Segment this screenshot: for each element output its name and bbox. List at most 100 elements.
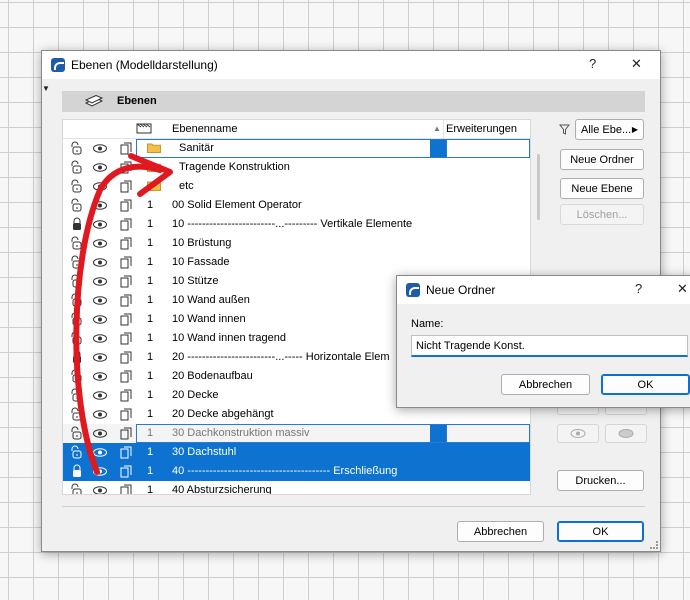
lock-open-icon[interactable] (69, 331, 85, 346)
visibility-eye-icon[interactable] (92, 464, 108, 479)
lock-open-icon[interactable] (69, 179, 85, 194)
new-folder-ok-button[interactable]: OK (601, 374, 690, 395)
new-folder-button[interactable]: Neue Ordner (560, 149, 644, 170)
wireframe-toggle-icon[interactable] (118, 217, 134, 232)
wireframe-toggle-icon[interactable] (118, 274, 134, 289)
wireframe-toggle-icon[interactable] (118, 464, 134, 479)
lock-open-icon[interactable] (69, 141, 85, 156)
layer-row[interactable]: 1 00 Solid Element Operator (63, 196, 530, 215)
wireframe-toggle-icon[interactable] (118, 160, 134, 175)
wireframe-toggle-icon[interactable] (118, 407, 134, 422)
sort-ascending-icon[interactable]: ▲ (433, 124, 441, 133)
lock-open-icon[interactable] (69, 160, 85, 175)
column-name-header[interactable]: Ebenenname (172, 123, 237, 135)
new-folder-help-button[interactable]: ? (635, 281, 642, 296)
cancel-button[interactable]: Abbrechen (457, 521, 544, 542)
visibility-eye-icon[interactable] (92, 179, 108, 194)
wireframe-toggle-icon[interactable] (118, 388, 134, 403)
layers-header: Ebenen (62, 91, 645, 112)
layer-row[interactable]: 1 10 Fassade (63, 253, 530, 272)
folder-name-input[interactable] (411, 335, 688, 357)
lock-open-icon[interactable] (69, 293, 85, 308)
layer-name: 10 Fassade (172, 256, 230, 268)
lock-open-icon[interactable] (69, 274, 85, 289)
ok-button[interactable]: OK (557, 521, 644, 542)
visibility-eye-icon[interactable] (92, 350, 108, 365)
wireframe-toggle-icon[interactable] (118, 198, 134, 213)
layer-row[interactable]: 1 10 Brüstung (63, 234, 530, 253)
wireframe-toggle-icon[interactable] (118, 293, 134, 308)
inline-edit-field[interactable] (136, 139, 530, 158)
new-folder-title-bar: Neue Ordner ? ✕ (397, 276, 690, 304)
inline-edit-field[interactable] (136, 424, 530, 443)
help-button[interactable]: ? (589, 56, 596, 71)
extension-cell[interactable] (430, 425, 446, 442)
lock-open-icon[interactable] (69, 198, 85, 213)
new-folder-cancel-button[interactable]: Abbrechen (501, 374, 590, 395)
menu-marker-icon[interactable]: ▼ (42, 84, 50, 93)
resize-grip[interactable] (650, 541, 658, 549)
new-layer-button[interactable]: Neue Ebene (560, 178, 644, 199)
wireframe-toggle-icon[interactable] (118, 255, 134, 270)
extension-column-icon[interactable] (136, 123, 152, 134)
lock-closed-icon[interactable] (69, 350, 85, 365)
show-layer-button[interactable] (557, 424, 599, 443)
lock-open-icon[interactable] (69, 312, 85, 327)
wireframe-toggle-icon[interactable] (118, 236, 134, 251)
wireframe-toggle-icon[interactable] (118, 445, 134, 460)
visibility-eye-icon[interactable] (92, 312, 108, 327)
folder-row[interactable]: Tragende Konstruktion (63, 158, 530, 177)
lock-open-icon[interactable] (69, 369, 85, 384)
visibility-eye-icon[interactable] (92, 141, 108, 156)
visibility-eye-icon[interactable] (92, 407, 108, 422)
wireframe-toggle-icon[interactable] (118, 350, 134, 365)
close-button[interactable]: ✕ (631, 56, 642, 72)
visibility-eye-icon[interactable] (92, 293, 108, 308)
lock-open-icon[interactable] (69, 388, 85, 403)
lock-closed-icon[interactable] (69, 464, 85, 479)
filter-dropdown[interactable]: Alle Ebe... ▶ (575, 119, 644, 140)
visibility-eye-icon[interactable] (92, 369, 108, 384)
wireframe-toggle-icon[interactable] (118, 312, 134, 327)
visibility-eye-icon[interactable] (92, 388, 108, 403)
wireframe-toggle-icon[interactable] (118, 426, 134, 441)
hide-layer-button[interactable] (605, 424, 647, 443)
layer-row[interactable]: 1 30 Dachkonstruktion massiv (63, 424, 530, 443)
layer-row[interactable]: 1 30 Dachstuhl (63, 443, 530, 462)
folder-row[interactable]: Sanitär (63, 139, 530, 158)
column-separator[interactable] (443, 120, 444, 138)
lock-open-icon[interactable] (69, 255, 85, 270)
visibility-eye-icon[interactable] (92, 255, 108, 270)
layer-row[interactable]: 1 40 Absturzsicherung (63, 481, 530, 495)
print-button[interactable]: Drucken... (557, 470, 644, 491)
extension-cell[interactable] (430, 140, 446, 157)
delete-button[interactable]: Löschen... (560, 204, 644, 225)
wireframe-toggle-icon[interactable] (118, 331, 134, 346)
lock-open-icon[interactable] (69, 426, 85, 441)
scroll-indicator[interactable] (537, 154, 540, 220)
visibility-eye-icon[interactable] (92, 426, 108, 441)
new-folder-close-button[interactable]: ✕ (677, 281, 688, 297)
lock-open-icon[interactable] (69, 407, 85, 422)
column-extensions-header[interactable]: Erweiterungen (446, 123, 517, 135)
visibility-eye-icon[interactable] (92, 483, 108, 495)
visibility-eye-icon[interactable] (92, 160, 108, 175)
folder-row[interactable]: etc (63, 177, 530, 196)
visibility-eye-icon[interactable] (92, 236, 108, 251)
layer-row[interactable]: 1 40 ------------------------------------… (63, 462, 530, 481)
layer-name: 20 Decke (172, 389, 219, 401)
lock-open-icon[interactable] (69, 236, 85, 251)
wireframe-toggle-icon[interactable] (118, 179, 134, 194)
visibility-eye-icon[interactable] (92, 274, 108, 289)
lock-open-icon[interactable] (69, 445, 85, 460)
layer-row[interactable]: 1 10 ------------------------...---------… (63, 215, 530, 234)
wireframe-toggle-icon[interactable] (118, 483, 134, 495)
wireframe-toggle-icon[interactable] (118, 141, 134, 156)
wireframe-toggle-icon[interactable] (118, 369, 134, 384)
lock-open-icon[interactable] (69, 483, 85, 495)
visibility-eye-icon[interactable] (92, 331, 108, 346)
visibility-eye-icon[interactable] (92, 445, 108, 460)
lock-closed-icon[interactable] (69, 217, 85, 232)
visibility-eye-icon[interactable] (92, 198, 108, 213)
visibility-eye-icon[interactable] (92, 217, 108, 232)
